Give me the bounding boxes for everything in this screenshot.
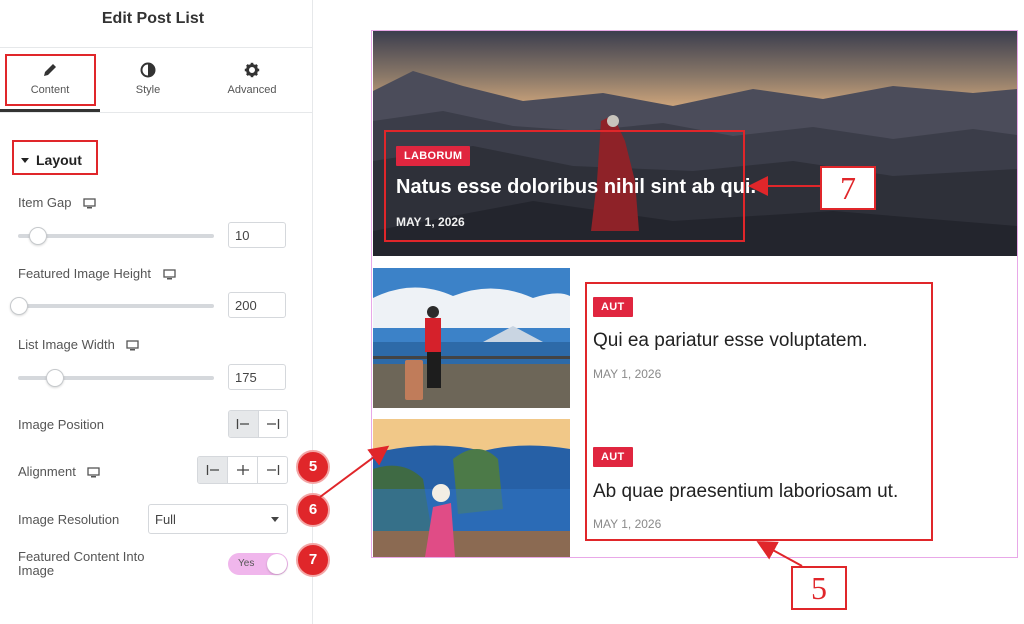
annotation-arrows xyxy=(319,176,820,567)
arrow-to-list-content xyxy=(756,541,803,567)
arrow-to-thumbnail xyxy=(319,445,390,498)
